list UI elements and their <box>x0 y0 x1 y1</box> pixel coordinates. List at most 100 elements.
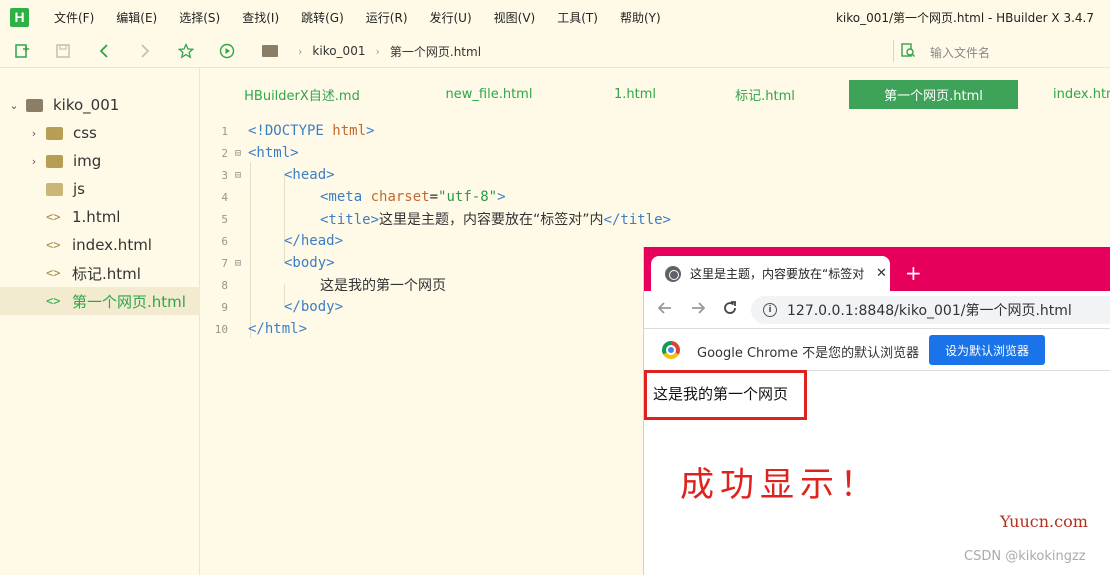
window-title: kiko_001/第一个网页.html - HBuilder X 3.4.7 <box>835 11 1094 25</box>
html-file-icon: <> <box>46 238 61 252</box>
close-icon[interactable]: ✕ <box>876 266 887 281</box>
tree-item-img[interactable]: › img <box>0 147 200 175</box>
line-number: 2 <box>221 146 228 160</box>
code-token: > <box>366 123 375 139</box>
chevron-right-icon[interactable]: › <box>28 127 40 140</box>
code-token: = <box>429 189 439 205</box>
menu-run[interactable]: 运行(R) <box>355 9 419 26</box>
menu-view[interactable]: 视图(V) <box>483 9 547 26</box>
menu-find[interactable]: 查找(I) <box>231 9 290 26</box>
tab-first-page-html[interactable]: 第一个网页.html <box>849 80 1018 109</box>
fold-minus-icon[interactable]: ⊟ <box>228 148 248 159</box>
tab-biaoji-html[interactable]: 标记.html <box>721 80 809 109</box>
breadcrumb-project[interactable]: kiko_001 <box>312 44 365 58</box>
breadcrumb: › kiko_001 › 第一个网页.html <box>262 42 481 60</box>
back-arrow-icon[interactable] <box>657 300 673 321</box>
menu-help[interactable]: 帮助(Y) <box>609 9 672 26</box>
default-browser-infobar: Google Chrome 不是您的默认浏览器 设为默认浏览器 <box>644 329 1110 371</box>
star-icon[interactable] <box>177 42 195 60</box>
info-icon[interactable]: i <box>763 303 777 317</box>
tree-item-js[interactable]: js <box>0 175 200 203</box>
back-icon[interactable] <box>95 42 113 60</box>
line-number: 6 <box>221 234 228 248</box>
tab-index-html[interactable]: index.htm <box>1053 80 1110 109</box>
file-search-input[interactable]: 输入文件名 <box>930 44 990 61</box>
run-icon[interactable] <box>218 42 236 60</box>
folder-icon <box>46 154 63 168</box>
tab-new-file[interactable]: new_file.html <box>431 80 547 109</box>
code-text: <html> <box>248 145 299 161</box>
project-sidebar: ⌄ kiko_001 › css › img js <> 1.html <> i… <box>0 68 200 575</box>
infobar-message: Google Chrome 不是您的默认浏览器 <box>697 346 920 361</box>
breadcrumb-separator: › <box>375 44 380 58</box>
tree-item-label: 标记.html <box>72 264 141 283</box>
code-text: 这是我的第一个网页 <box>320 278 446 294</box>
address-bar[interactable]: i 127.0.0.1:8848/kiko_001/第一个网页.html <box>751 296 1110 324</box>
tree-item-biaoji-html[interactable]: <> 标记.html <box>0 259 200 287</box>
code-line: 5 <title>这里是主题，内容要放在“标签对”内</title> <box>201 208 1110 230</box>
code-token: html <box>332 123 367 139</box>
tree-root-project[interactable]: ⌄ kiko_001 <box>0 91 200 119</box>
code-line: 2 ⊟ <html> <box>201 142 1110 164</box>
tree-item-index-html[interactable]: <> index.html <box>0 231 200 259</box>
line-number: 10 <box>214 322 228 336</box>
tree-item-css[interactable]: › css <box>0 119 200 147</box>
menu-select[interactable]: 选择(S) <box>168 9 231 26</box>
tree-root-label: kiko_001 <box>53 96 120 114</box>
code-line: 1 <!DOCTYPE html> <box>201 120 1110 142</box>
folder-icon <box>46 126 63 140</box>
chevron-down-icon[interactable]: ⌄ <box>8 99 20 112</box>
tree-item-label: css <box>73 124 97 142</box>
line-number: 4 <box>221 190 228 204</box>
editor-tabbar: HBuilderX自述.md new_file.html 1.html 标记.h… <box>201 80 1110 110</box>
new-tab-button[interactable]: + <box>905 261 922 285</box>
code-text: </body> <box>284 299 344 315</box>
fold-minus-icon[interactable]: ⊟ <box>228 170 248 181</box>
chevron-right-icon[interactable]: › <box>28 155 40 168</box>
save-icon[interactable] <box>54 42 72 60</box>
line-number: 9 <box>221 300 228 314</box>
menu-tools[interactable]: 工具(T) <box>546 9 609 26</box>
line-number: 8 <box>221 278 228 292</box>
html-file-icon: <> <box>46 210 61 224</box>
toolbar: › kiko_001 › 第一个网页.html 输入文件名 <box>0 34 1110 68</box>
forward-icon[interactable] <box>136 42 154 60</box>
new-file-icon[interactable] <box>13 42 31 60</box>
menu-publish[interactable]: 发行(U) <box>419 9 483 26</box>
folder-icon <box>262 45 278 57</box>
line-number: 3 <box>221 168 228 182</box>
project-folder-icon <box>26 98 43 112</box>
code-line: 4 <meta charset="utf-8"> <box>201 186 1110 208</box>
forward-arrow-icon[interactable] <box>690 300 706 321</box>
fold-minus-icon[interactable]: ⊟ <box>228 258 248 269</box>
set-default-browser-button[interactable]: 设为默认浏览器 <box>929 335 1045 365</box>
code-token: "utf-8" <box>438 189 498 205</box>
menu-file[interactable]: 文件(F) <box>43 9 105 26</box>
menu-goto[interactable]: 跳转(G) <box>290 9 355 26</box>
menu-edit[interactable]: 编辑(E) <box>105 9 168 26</box>
reload-icon[interactable] <box>722 300 738 321</box>
chrome-logo-icon <box>662 341 680 359</box>
browser-tab-title: 这里是主题，内容要放在“标签对 <box>690 267 865 281</box>
toolbar-divider <box>893 40 894 62</box>
tab-1-html[interactable]: 1.html <box>601 80 669 109</box>
code-token: </title> <box>603 212 671 228</box>
browser-tab[interactable]: 这里是主题，内容要放在“标签对 ✕ <box>651 256 890 291</box>
breadcrumb-separator: › <box>298 44 303 58</box>
line-number: 1 <box>221 124 228 138</box>
html-file-icon: <> <box>46 294 61 308</box>
code-text: <!DOCTYPE html> <box>248 123 374 139</box>
html-file-icon: <> <box>46 266 61 280</box>
tree-item-label: 1.html <box>72 208 121 226</box>
tree-item-label: js <box>73 180 85 198</box>
code-token: > <box>497 189 506 205</box>
menu-list: 文件(F) 编辑(E) 选择(S) 查找(I) 跳转(G) 运行(R) 发行(U… <box>43 9 672 26</box>
tab-hbuilderx-readme[interactable]: HBuilderX自述.md <box>231 80 373 109</box>
watermark-csdn: CSDN @kikokingzz <box>964 549 1086 564</box>
tree-item-first-page-html[interactable]: <> 第一个网页.html <box>0 287 200 315</box>
tree-item-label: 第一个网页.html <box>72 292 186 311</box>
code-token: <title> <box>320 212 380 228</box>
tree-item-1-html[interactable]: <> 1.html <box>0 203 200 231</box>
highlight-annotation-box <box>644 370 807 420</box>
breadcrumb-file[interactable]: 第一个网页.html <box>390 43 481 60</box>
